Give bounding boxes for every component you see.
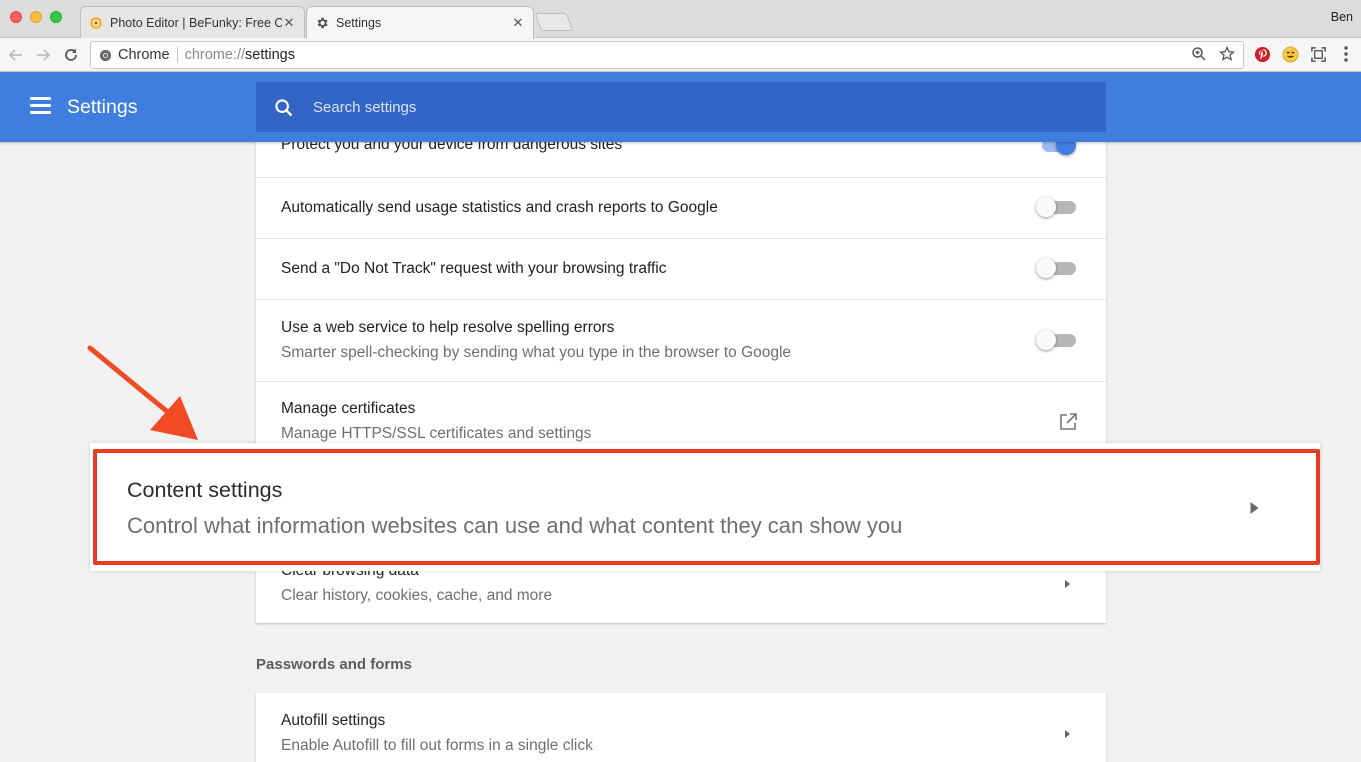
url-scheme: chrome:// bbox=[184, 47, 246, 63]
pinterest-extension-icon[interactable] bbox=[1252, 44, 1272, 64]
do-not-track-toggle[interactable] bbox=[1036, 257, 1078, 279]
setting-description: Smarter spell-checking by sending what y… bbox=[281, 344, 792, 361]
arrow-right-icon bbox=[37, 49, 51, 61]
forward-button[interactable] bbox=[32, 44, 54, 66]
annotation-arrow-icon bbox=[87, 345, 198, 440]
highlight-frame bbox=[93, 449, 1320, 565]
search-input[interactable] bbox=[313, 82, 1073, 132]
search-box[interactable] bbox=[256, 82, 1106, 132]
settings-header: Settings bbox=[0, 72, 1361, 142]
setting-label: Automatically send usage statistics and … bbox=[281, 199, 718, 216]
window-minimize-button[interactable] bbox=[30, 11, 42, 23]
arrow-left-icon bbox=[8, 49, 22, 61]
address-bar[interactable]: Chrome chrome:// settings bbox=[90, 41, 1244, 69]
tab-title: Settings bbox=[336, 16, 382, 30]
setting-label: Autofill settings bbox=[281, 712, 386, 729]
browser-toolbar: Chrome chrome:// settings bbox=[0, 38, 1361, 72]
setting-row-autofill[interactable]: Autofill settings Enable Autofill to fil… bbox=[256, 693, 1106, 762]
search-icon[interactable] bbox=[273, 97, 295, 119]
tab-settings[interactable]: Settings ✕ bbox=[306, 6, 534, 39]
setting-description: Enable Autofill to fill out forms in a s… bbox=[281, 737, 593, 754]
new-tab-button[interactable] bbox=[534, 13, 574, 31]
setting-row-usage-statistics[interactable]: Automatically send usage statistics and … bbox=[256, 177, 1106, 238]
screen-capture-extension-icon[interactable] bbox=[1308, 44, 1328, 64]
setting-label: Send a "Do Not Track" request with your … bbox=[281, 260, 667, 277]
setting-row-spelling-service[interactable]: Use a web service to help resolve spelli… bbox=[256, 299, 1106, 381]
chevron-right-icon[interactable] bbox=[1062, 728, 1072, 740]
browser-menu-icon[interactable] bbox=[1336, 44, 1356, 64]
zoom-icon[interactable] bbox=[1191, 46, 1207, 62]
setting-label: Use a web service to help resolve spelli… bbox=[281, 319, 615, 336]
setting-label: Manage certificates bbox=[281, 400, 416, 417]
setting-description: Clear history, cookies, cache, and more bbox=[281, 587, 553, 604]
tab-title: Photo Editor | BeFunky: Free O bbox=[110, 15, 282, 30]
setting-description: Manage HTTPS/SSL certificates and settin… bbox=[281, 425, 592, 442]
profile-name[interactable]: Ben bbox=[1331, 10, 1353, 24]
bookmark-star-icon[interactable] bbox=[1219, 46, 1235, 62]
reload-button[interactable] bbox=[60, 44, 82, 66]
chip-divider bbox=[176, 47, 178, 63]
tab-close-icon[interactable]: ✕ bbox=[511, 15, 525, 31]
external-link-icon[interactable] bbox=[1058, 412, 1078, 432]
page-title: Settings bbox=[67, 96, 138, 118]
security-chip-label: Chrome bbox=[118, 47, 170, 63]
omnibox-actions bbox=[1191, 46, 1235, 62]
url-path: settings bbox=[245, 47, 295, 63]
window-close-button[interactable] bbox=[10, 11, 22, 23]
hamburger-menu-icon[interactable] bbox=[30, 97, 51, 115]
chevron-right-icon[interactable] bbox=[1062, 578, 1072, 590]
section-title-passwords: Passwords and forms bbox=[256, 656, 412, 673]
usage-statistics-toggle[interactable] bbox=[1036, 196, 1078, 218]
chrome-logo-icon bbox=[99, 49, 112, 61]
spelling-service-toggle[interactable] bbox=[1036, 329, 1078, 351]
emoji-extension-icon[interactable] bbox=[1280, 44, 1300, 64]
reload-icon bbox=[65, 49, 77, 61]
tab-photo-editor[interactable]: Photo Editor | BeFunky: Free O ✕ bbox=[80, 6, 305, 38]
back-button[interactable] bbox=[5, 44, 27, 66]
befunky-favicon-icon bbox=[89, 16, 103, 30]
tab-close-icon[interactable]: ✕ bbox=[282, 15, 296, 31]
window-zoom-button[interactable] bbox=[50, 11, 62, 23]
gear-icon bbox=[315, 16, 329, 30]
tab-strip: Photo Editor | BeFunky: Free O ✕ Setting… bbox=[0, 0, 1361, 39]
passwords-card: Autofill settings Enable Autofill to fil… bbox=[256, 693, 1106, 762]
setting-row-do-not-track[interactable]: Send a "Do Not Track" request with your … bbox=[256, 238, 1106, 299]
